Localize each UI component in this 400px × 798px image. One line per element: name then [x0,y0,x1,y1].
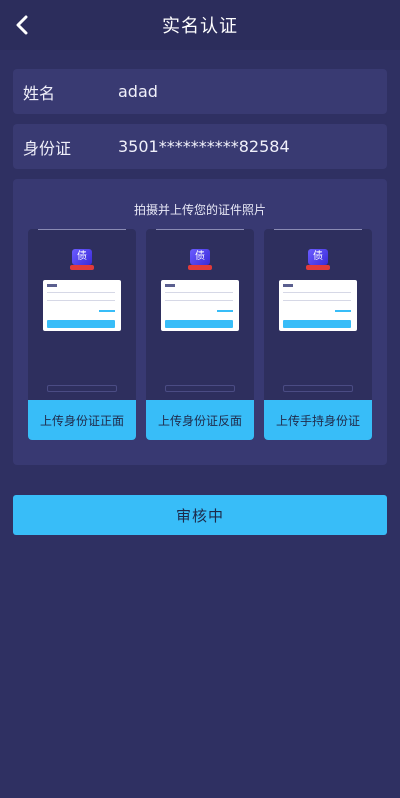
back-button[interactable] [12,13,32,37]
sample-screenshot [161,280,239,331]
id-label: 身份证 [23,138,72,158]
upload-hint: 拍摄并上传您的证件照片 [133,203,266,217]
sample-placeholder [47,385,117,392]
sample-placeholder [165,385,235,392]
name-row: 姓名 adad [13,69,387,114]
upload-handheld-button[interactable]: 上传手持身份证 [264,400,372,440]
id-value: 3501**********82584 [118,137,290,156]
chevron-left-icon [16,15,28,35]
upload-panel: 拍摄并上传您的证件照片 债 上传身份证正面 债 上传身份证反面 债 上传手持身份… [13,179,387,465]
divider [274,229,362,230]
logo-badge [188,265,212,270]
logo-badge [70,265,94,270]
sample-screenshot [279,280,357,331]
sample-placeholder [283,385,353,392]
review-status-button[interactable]: 审核中 [13,495,387,535]
name-label: 姓名 [23,83,56,103]
upload-card-handheld[interactable]: 债 上传手持身份证 [264,229,372,440]
name-value: adad [118,82,158,101]
sample-screenshot [43,280,121,331]
app-logo-icon: 债 [308,249,328,265]
upload-front-button[interactable]: 上传身份证正面 [28,400,136,440]
app-header: 实名认证 [0,0,400,50]
app-logo-icon: 债 [72,249,92,265]
app-logo-icon: 债 [190,249,210,265]
page-title: 实名认证 [162,16,238,37]
id-row: 身份证 3501**********82584 [13,124,387,169]
upload-card-back[interactable]: 债 上传身份证反面 [146,229,254,440]
divider [38,229,126,230]
divider [156,229,244,230]
upload-back-button[interactable]: 上传身份证反面 [146,400,254,440]
logo-badge [306,265,330,270]
upload-card-front[interactable]: 债 上传身份证正面 [28,229,136,440]
